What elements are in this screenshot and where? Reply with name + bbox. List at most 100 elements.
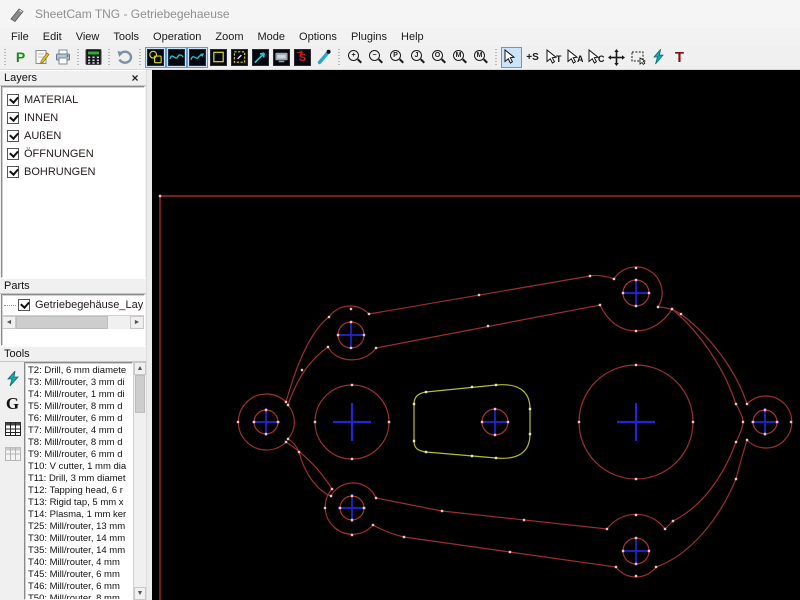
select-contour-button[interactable]: C [585,47,606,68]
path-node-dot [158,194,162,198]
tool-list-item[interactable]: T11: Drill, 3 mm diamet [28,473,132,485]
layers-panel-close-icon[interactable]: × [128,72,142,84]
scroll-left-button[interactable]: ◄ [2,316,16,329]
tools-panel-title: Tools [4,348,30,360]
tool-list-item[interactable]: T50: Mill/router, 8 mm [28,593,132,599]
scroll-thumb[interactable] [16,316,108,329]
tool-list-item[interactable]: T12: Tapping head, 6 r [28,485,132,497]
show-material-button[interactable] [208,47,229,68]
gcode-button[interactable]: G [4,394,22,413]
path-node-dot [286,403,290,407]
tool-list-item[interactable]: T13: Rigid tap, 5 mm x [28,497,132,509]
part-row[interactable]: Getriebegehäuse_Lay [2,295,144,315]
tool-list-item[interactable]: T9: Mill/router, 6 mm d [28,449,132,461]
tool-list-item[interactable]: T7: Mill/router, 4 mm d [28,425,132,437]
select-toolpath-button[interactable]: T [543,47,564,68]
undo-button[interactable] [114,47,135,68]
simulate-button[interactable] [648,47,669,68]
scroll-right-button[interactable]: ► [130,316,144,329]
show-drawing-button[interactable] [145,46,166,68]
show-post-button[interactable]: S [292,47,313,68]
tool-list-item[interactable]: T25: Mill/router, 13 mm [28,521,132,533]
menu-item-help[interactable]: Help [394,30,431,44]
layer-checkbox[interactable] [7,130,19,142]
select-all-button[interactable]: A [564,47,585,68]
layer-checkbox[interactable] [7,166,19,178]
menu-item-plugins[interactable]: Plugins [344,30,394,44]
menu-item-view[interactable]: View [69,30,107,44]
zoom-machine-button[interactable]: M [470,47,491,68]
measure-pen-button[interactable] [313,47,334,68]
layer-row-innen: INNEN [4,109,142,127]
toolbar-grip[interactable] [106,47,112,67]
path-node-dot [440,509,444,513]
tool-list-item[interactable]: T4: Mill/router, 1 mm di [28,389,132,401]
menu-item-zoom[interactable]: Zoom [208,30,250,44]
zoom-material-button[interactable]: M [449,47,470,68]
scroll-down-button[interactable]: ▼ [134,587,146,600]
tool-list-item[interactable]: T2: Drill, 6 mm diamete [28,365,132,377]
layer-checkbox[interactable] [7,94,19,106]
menu-item-operation[interactable]: Operation [146,30,208,44]
tool-list-item[interactable]: T46: Mill/router, 6 mm [28,581,132,593]
layers-panel-header: Layers × [0,70,146,86]
path-node-dot [362,333,366,337]
move-part-button[interactable] [606,47,627,68]
menu-item-mode[interactable]: Mode [250,30,292,44]
print-button[interactable] [52,47,73,68]
calculator-button[interactable] [83,47,104,68]
zoom-part-button[interactable]: P [386,47,407,68]
tool-list-item[interactable]: T6: Mill/router, 6 mm d [28,413,132,425]
toolbar-grip[interactable] [75,47,81,67]
path-node-dot [470,454,474,458]
drawing-canvas[interactable] [152,70,800,600]
transform-part-button[interactable] [627,47,648,68]
path-node-dot [494,383,498,387]
show-machine-button[interactable] [271,47,292,68]
tool-table-button[interactable] [4,420,22,438]
path-node-dot [506,420,510,424]
tool-list-item[interactable]: T40: Mill/router, 4 mm [28,557,132,569]
menu-item-file[interactable]: File [4,30,36,44]
show-toolpath-button[interactable] [166,46,187,68]
tool-list-item[interactable]: T8: Mill/router, 8 mm d [28,437,132,449]
path-node-dot [350,494,354,498]
part-checkbox[interactable] [18,299,30,311]
menu-item-edit[interactable]: Edit [36,30,69,44]
snap-mode-button[interactable]: +S [522,47,543,68]
tool-list-item[interactable]: T35: Mill/router, 14 mm [28,545,132,557]
parts-horizontal-scrollbar[interactable]: ◄ ► [2,315,144,329]
zoom-in-button[interactable]: + [344,47,365,68]
tool-list-item[interactable]: T5: Mill/router, 8 mm d [28,401,132,413]
show-tool-button[interactable] [250,47,271,68]
tool-list-item[interactable]: T10: V cutter, 1 mm dia [28,461,132,473]
toolbar-grip[interactable] [336,47,342,67]
toolbar-grip[interactable] [137,47,143,67]
menu-item-tools[interactable]: Tools [106,30,146,44]
menu-item-options[interactable]: Options [292,30,344,44]
tool-list-item[interactable]: T45: Mill/router, 6 mm [28,569,132,581]
path-node-dot [402,535,406,539]
scroll-up-button[interactable]: ▲ [134,362,146,375]
toolbar-grip[interactable] [2,47,8,67]
zoom-drawing-button[interactable]: O [428,47,449,68]
scroll-thumb[interactable] [135,375,145,413]
text-tool-button[interactable]: T [669,47,690,68]
tools-vertical-scrollbar[interactable]: ▲ ▼ [133,362,146,600]
tool-table-disabled-button[interactable] [4,445,22,463]
toolbar-grip[interactable] [493,47,499,67]
layer-checkbox[interactable] [7,148,19,160]
zoom-job-button[interactable]: J [407,47,428,68]
tool-list-item[interactable]: T14: Plasma, 1 mm ker [28,509,132,521]
tool-list-item[interactable]: T3: Mill/router, 3 mm di [28,377,132,389]
edit-post-button[interactable] [31,47,52,68]
show-rapid-moves-button[interactable] [229,47,250,68]
zoom-out-button[interactable]: − [365,47,386,68]
tool-list-item[interactable]: T30: Mill/router, 14 mm [28,533,132,545]
show-path-direction-button[interactable] [187,46,208,68]
post-process-button[interactable]: P [10,47,31,68]
simulate-lightning-button[interactable] [4,370,22,388]
layer-checkbox[interactable] [7,112,19,124]
select-cursor-button[interactable] [501,46,522,68]
cad-drawing[interactable] [152,70,800,600]
